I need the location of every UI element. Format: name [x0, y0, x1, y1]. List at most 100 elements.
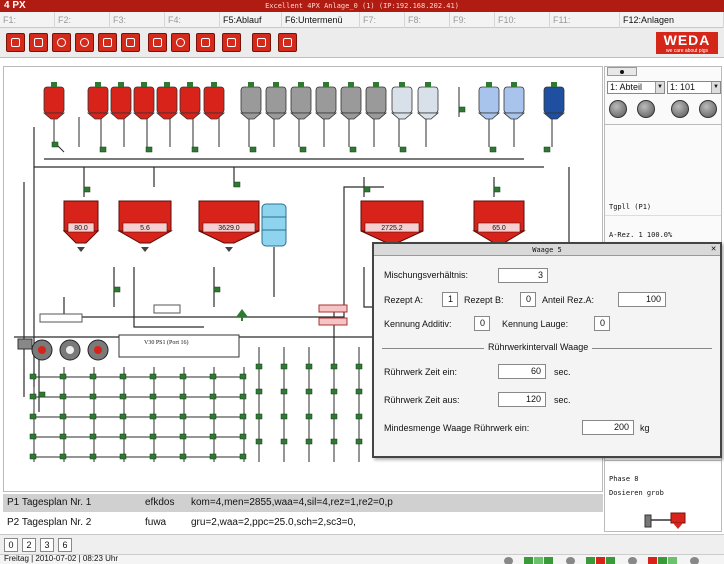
toolbar-search-button[interactable]: [75, 33, 94, 52]
valve[interactable]: [239, 433, 247, 440]
valve[interactable]: [59, 393, 67, 400]
silo-red[interactable]: [109, 82, 133, 120]
valve[interactable]: [239, 373, 247, 380]
mixing-tank[interactable]: 5.6: [117, 200, 173, 252]
valve[interactable]: [489, 146, 497, 153]
valve[interactable]: [209, 433, 217, 440]
valve[interactable]: [119, 413, 127, 420]
toolbar-settings-button[interactable]: [171, 33, 190, 52]
valve[interactable]: [233, 181, 241, 188]
valve[interactable]: [89, 433, 97, 440]
valve[interactable]: [255, 438, 263, 445]
fkey-f4[interactable]: F4:: [165, 12, 220, 28]
toolbar-transfer-button[interactable]: [98, 33, 117, 52]
section-select[interactable]: 1: Abteil ▼: [607, 81, 665, 94]
fkey-f12-anlagen[interactable]: F12:Anlagen: [620, 12, 724, 28]
valve[interactable]: [355, 413, 363, 420]
valve[interactable]: [305, 363, 313, 370]
silo-grey[interactable]: [264, 82, 288, 120]
valve[interactable]: [209, 393, 217, 400]
recipe-b-field[interactable]: 0: [520, 292, 536, 307]
toolbar-download-button[interactable]: [196, 33, 215, 52]
toolbar-list-button[interactable]: [121, 33, 140, 52]
valve[interactable]: [179, 453, 187, 460]
silo-grey[interactable]: [339, 82, 363, 120]
valve[interactable]: [280, 388, 288, 395]
valve[interactable]: [239, 453, 247, 460]
toolbar-print-button[interactable]: [6, 33, 25, 52]
pen-select[interactable]: 1: 101 ▼: [667, 81, 721, 94]
valve[interactable]: [29, 413, 37, 420]
valve[interactable]: [29, 393, 37, 400]
fkey-f8[interactable]: F8:: [405, 12, 450, 28]
fkey-f6-untermenue[interactable]: F6:Untermenü: [282, 12, 360, 28]
valve[interactable]: [59, 453, 67, 460]
valve[interactable]: [355, 438, 363, 445]
valve[interactable]: [213, 286, 221, 293]
valve[interactable]: [59, 433, 67, 440]
min-amount-field[interactable]: 200: [582, 420, 634, 435]
valve[interactable]: [51, 141, 59, 148]
silo-red[interactable]: [155, 82, 179, 120]
valve[interactable]: [280, 438, 288, 445]
dial-button-3[interactable]: [671, 100, 689, 118]
toolbar-chart-button[interactable]: [148, 33, 167, 52]
silo-red[interactable]: [202, 82, 226, 120]
valve[interactable]: [349, 146, 357, 153]
valve[interactable]: [255, 388, 263, 395]
silo-red[interactable]: [86, 82, 110, 120]
valve[interactable]: [59, 413, 67, 420]
valve[interactable]: [330, 413, 338, 420]
valve[interactable]: [89, 413, 97, 420]
valve[interactable]: [255, 363, 263, 370]
page-button-3[interactable]: 3: [40, 538, 54, 552]
valve[interactable]: [29, 373, 37, 380]
valve[interactable]: [29, 453, 37, 460]
valve[interactable]: [149, 373, 157, 380]
silo-white[interactable]: [390, 82, 414, 120]
valve[interactable]: [99, 146, 107, 153]
fkey-f1[interactable]: F1:: [0, 12, 55, 28]
valve[interactable]: [119, 453, 127, 460]
valve[interactable]: [179, 393, 187, 400]
valve[interactable]: [239, 413, 247, 420]
silo-grey[interactable]: [314, 82, 338, 120]
valve[interactable]: [145, 146, 153, 153]
share-a-field[interactable]: 100: [618, 292, 666, 307]
page-button-0[interactable]: 0: [4, 538, 18, 552]
valve[interactable]: [179, 413, 187, 420]
silo-red[interactable]: [132, 82, 156, 120]
valve[interactable]: [149, 413, 157, 420]
mixing-tank[interactable]: 80.0: [62, 200, 100, 252]
valve[interactable]: [280, 413, 288, 420]
valve[interactable]: [355, 363, 363, 370]
valve[interactable]: [209, 453, 217, 460]
silo-red[interactable]: [178, 82, 202, 120]
toolbar-message-button[interactable]: [252, 33, 271, 52]
valve[interactable]: [89, 373, 97, 380]
plan-row-2[interactable]: P2 Tagesplan Nr. 2 fuwa gru=2,waa=2,ppc=…: [3, 514, 603, 532]
fkey-f2[interactable]: F2:: [55, 12, 110, 28]
valve[interactable]: [59, 373, 67, 380]
close-icon[interactable]: ✕: [709, 245, 718, 254]
lye-field[interactable]: 0: [594, 316, 610, 331]
valve[interactable]: [255, 413, 263, 420]
toolbar-document-button[interactable]: [29, 33, 48, 52]
toolbar-clock-button[interactable]: [52, 33, 71, 52]
valve[interactable]: [29, 433, 37, 440]
valve[interactable]: [399, 146, 407, 153]
silo-grey[interactable]: [364, 82, 388, 120]
page-button-2[interactable]: 2: [22, 538, 36, 552]
page-button-6[interactable]: 6: [58, 538, 72, 552]
dial-button-2[interactable]: [637, 100, 655, 118]
fkey-f11[interactable]: F11:: [550, 12, 620, 28]
valve[interactable]: [149, 393, 157, 400]
valve[interactable]: [119, 373, 127, 380]
valve[interactable]: [179, 373, 187, 380]
silo-red[interactable]: [42, 82, 66, 120]
stir-on-field[interactable]: 60: [498, 364, 546, 379]
valve[interactable]: [543, 146, 551, 153]
valve[interactable]: [38, 391, 46, 398]
additive-field[interactable]: 0: [474, 316, 490, 331]
valve[interactable]: [89, 393, 97, 400]
